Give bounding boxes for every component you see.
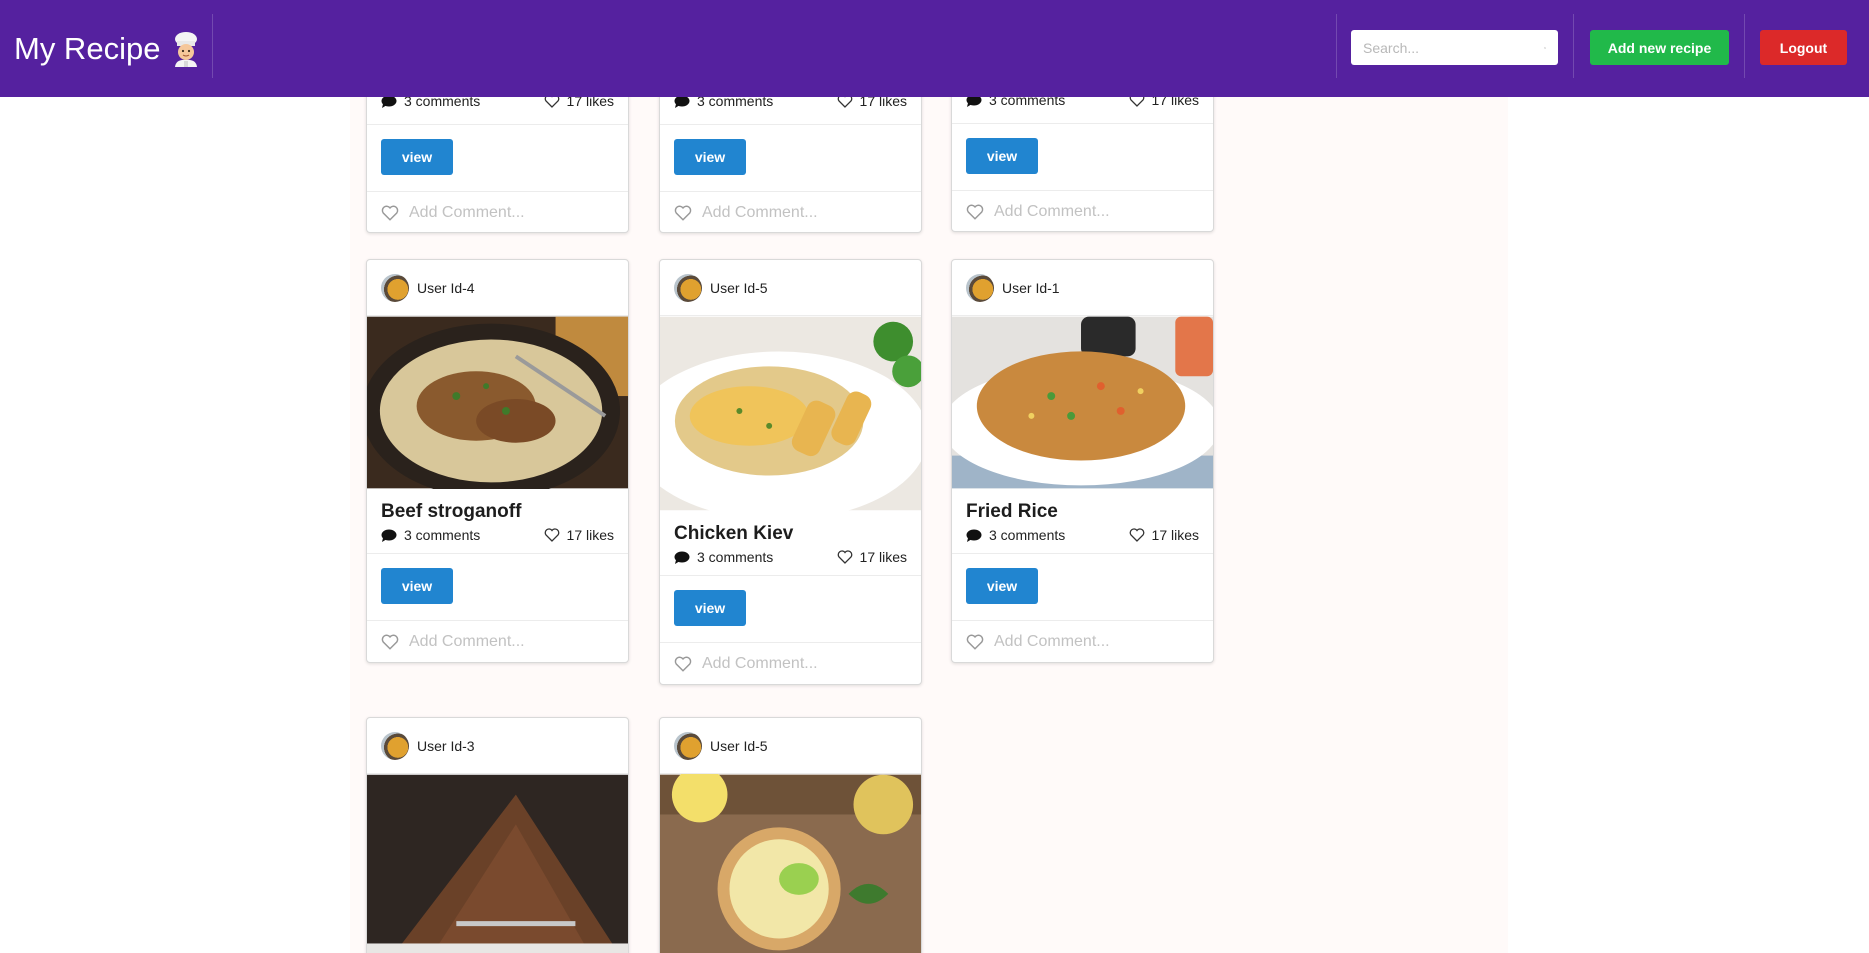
recipe-image[interactable]	[952, 316, 1213, 489]
logout-button[interactable]: Logout	[1760, 30, 1847, 65]
avatar[interactable]	[381, 273, 409, 302]
view-button[interactable]: view	[381, 568, 453, 604]
card-header: User Id-1	[952, 260, 1213, 316]
user-name[interactable]: User Id-1	[1002, 280, 1060, 296]
user-name[interactable]: User Id-5	[710, 280, 768, 296]
heart-icon[interactable]	[966, 634, 984, 650]
avatar[interactable]	[381, 731, 409, 760]
add-comment-input[interactable]	[409, 632, 609, 651]
heart-icon[interactable]	[544, 528, 560, 542]
view-button[interactable]: view	[674, 139, 746, 175]
comment-icon	[966, 529, 982, 542]
recipe-image[interactable]	[367, 316, 628, 489]
heart-icon[interactable]	[674, 205, 692, 221]
comment-count: 3 comments	[404, 527, 481, 543]
avatar[interactable]	[674, 273, 702, 302]
search-input[interactable]	[1363, 39, 1544, 56]
card-meta: 3 comments 17 likes	[381, 527, 614, 543]
comment-count: 3 comments	[989, 527, 1066, 543]
add-comment-input[interactable]	[702, 654, 902, 673]
heart-icon[interactable]	[837, 550, 853, 564]
view-button[interactable]: view	[674, 590, 746, 626]
page: My Recipe Search... Add new recipe Logou…	[0, 0, 1869, 953]
recipe-image[interactable]	[660, 774, 921, 953]
recipe-card: User Id-1 Fried Rice 3 comments 17 likes…	[951, 259, 1214, 663]
recipe-card: User Id-3	[366, 717, 629, 953]
add-comment-input[interactable]	[994, 202, 1194, 221]
like-count: 17 likes	[1151, 527, 1199, 543]
navbar-divider	[1336, 14, 1337, 78]
add-comment-input[interactable]	[409, 203, 609, 222]
card-header: User Id-5	[660, 260, 921, 316]
recipe-image[interactable]	[660, 316, 921, 511]
user-name[interactable]: User Id-4	[417, 280, 475, 296]
heart-icon[interactable]	[381, 205, 399, 221]
heart-icon[interactable]	[381, 634, 399, 650]
brand-title: My Recipe	[14, 31, 161, 66]
view-button[interactable]: view	[966, 138, 1038, 174]
add-comment-input[interactable]	[994, 632, 1194, 651]
recipe-title: Fried Rice	[966, 501, 1058, 522]
navbar-divider	[1744, 14, 1745, 78]
user-name[interactable]: User Id-3	[417, 738, 475, 754]
heart-icon[interactable]	[1129, 528, 1145, 542]
navbar-divider	[212, 14, 213, 78]
avatar[interactable]	[966, 273, 994, 302]
navbar: My Recipe Search... Add new recipe Logou…	[0, 0, 1869, 97]
recipe-title: Chicken Kiev	[674, 523, 794, 544]
comment-icon	[674, 551, 690, 564]
comment-count: 3 comments	[697, 549, 774, 565]
card-meta: 3 comments 17 likes	[966, 527, 1199, 543]
like-count: 17 likes	[859, 549, 907, 565]
view-button[interactable]: view	[966, 568, 1038, 604]
add-recipe-button[interactable]: Add new recipe	[1590, 30, 1729, 65]
search-icon[interactable]	[1544, 41, 1546, 55]
recipe-image[interactable]	[367, 774, 628, 953]
navbar-divider	[1573, 14, 1574, 78]
add-comment-input[interactable]	[702, 203, 902, 222]
comment-icon	[381, 529, 397, 542]
view-button[interactable]: view	[381, 139, 453, 175]
avatar[interactable]	[674, 731, 702, 760]
like-count: 17 likes	[566, 527, 614, 543]
user-name[interactable]: User Id-5	[710, 738, 768, 754]
heart-icon[interactable]	[966, 204, 984, 220]
heart-icon[interactable]	[674, 656, 692, 672]
card-meta: 3 comments 17 likes	[674, 549, 907, 565]
recipe-card: User Id-5 Chicken Kiev 3 comments 17 lik…	[659, 259, 922, 685]
recipe-card: User Id-5	[659, 717, 922, 953]
search-box	[1351, 30, 1558, 65]
recipe-card: User Id-4 Beef stroganoff 3 comments 17 …	[366, 259, 629, 663]
card-header: User Id-5	[660, 718, 921, 774]
recipe-title: Beef stroganoff	[381, 501, 522, 522]
brand[interactable]: My Recipe	[14, 28, 202, 70]
chef-emoji-icon	[170, 31, 202, 67]
card-header: User Id-4	[367, 260, 628, 316]
card-header: User Id-3	[367, 718, 628, 774]
